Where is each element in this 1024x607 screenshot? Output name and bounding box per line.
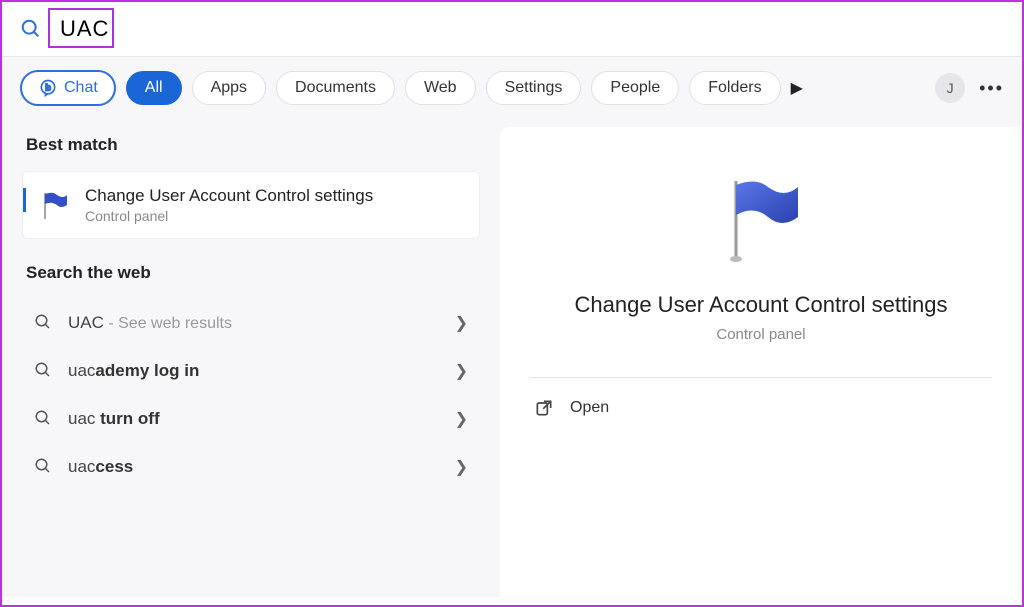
content-area: Best match Change User Account Control s…	[2, 119, 1022, 597]
bing-chat-icon: b	[38, 78, 58, 98]
results-column: Best match Change User Account Control s…	[2, 119, 500, 597]
best-match-result[interactable]: Change User Account Control settings Con…	[22, 171, 480, 239]
best-match-text: Change User Account Control settings Con…	[85, 186, 373, 224]
preview-title: Change User Account Control settings	[575, 292, 948, 318]
open-action[interactable]: Open	[530, 386, 992, 430]
search-icon	[34, 409, 54, 429]
preview-panel: Change User Account Control settings Con…	[500, 127, 1022, 597]
chat-label: Chat	[64, 79, 98, 97]
search-icon	[20, 18, 42, 40]
filter-right-area: J •••	[935, 73, 1004, 103]
web-result-text: uac turn off	[68, 409, 441, 429]
web-result-1[interactable]: uacademy log in ❯	[22, 347, 480, 395]
web-result-text: uacademy log in	[68, 361, 441, 381]
filter-web[interactable]: Web	[405, 71, 476, 105]
filter-people[interactable]: People	[591, 71, 679, 105]
preview-subtitle: Control panel	[716, 326, 805, 343]
web-result-2[interactable]: uac turn off ❯	[22, 395, 480, 443]
filter-documents[interactable]: Documents	[276, 71, 395, 105]
divider	[530, 377, 992, 378]
filter-folders[interactable]: Folders	[689, 71, 780, 105]
filter-apps[interactable]: Apps	[192, 71, 266, 105]
user-avatar[interactable]: J	[935, 73, 965, 103]
search-bar	[2, 2, 1022, 57]
chevron-right-icon: ❯	[455, 457, 468, 477]
search-web-heading: Search the web	[26, 263, 476, 283]
search-icon	[34, 457, 54, 477]
flag-icon-large	[716, 177, 806, 268]
chat-chip[interactable]: b Chat	[20, 70, 116, 106]
best-match-subtitle: Control panel	[85, 208, 373, 224]
filter-settings[interactable]: Settings	[486, 71, 582, 105]
chevron-right-icon: ❯	[455, 409, 468, 429]
best-match-heading: Best match	[26, 135, 476, 155]
search-input-wrapper	[52, 12, 952, 46]
svg-text:b: b	[45, 83, 51, 93]
scroll-right-icon[interactable]: ▶	[791, 78, 803, 98]
search-icon	[34, 361, 54, 381]
search-icon	[34, 313, 54, 333]
search-input[interactable]	[52, 12, 952, 46]
chevron-right-icon: ❯	[455, 313, 468, 333]
flag-icon	[39, 189, 71, 221]
filter-all[interactable]: All	[126, 71, 182, 105]
web-result-text: uaccess	[68, 457, 441, 477]
more-icon[interactable]: •••	[979, 78, 1004, 99]
web-result-0[interactable]: UAC - See web results ❯	[22, 299, 480, 347]
best-match-title: Change User Account Control settings	[85, 186, 373, 206]
open-icon	[534, 398, 554, 418]
web-result-3[interactable]: uaccess ❯	[22, 443, 480, 491]
chevron-right-icon: ❯	[455, 361, 468, 381]
filter-row: b Chat All Apps Documents Web Settings P…	[2, 57, 1022, 119]
open-label: Open	[570, 399, 609, 417]
web-result-text: UAC - See web results	[68, 313, 441, 333]
